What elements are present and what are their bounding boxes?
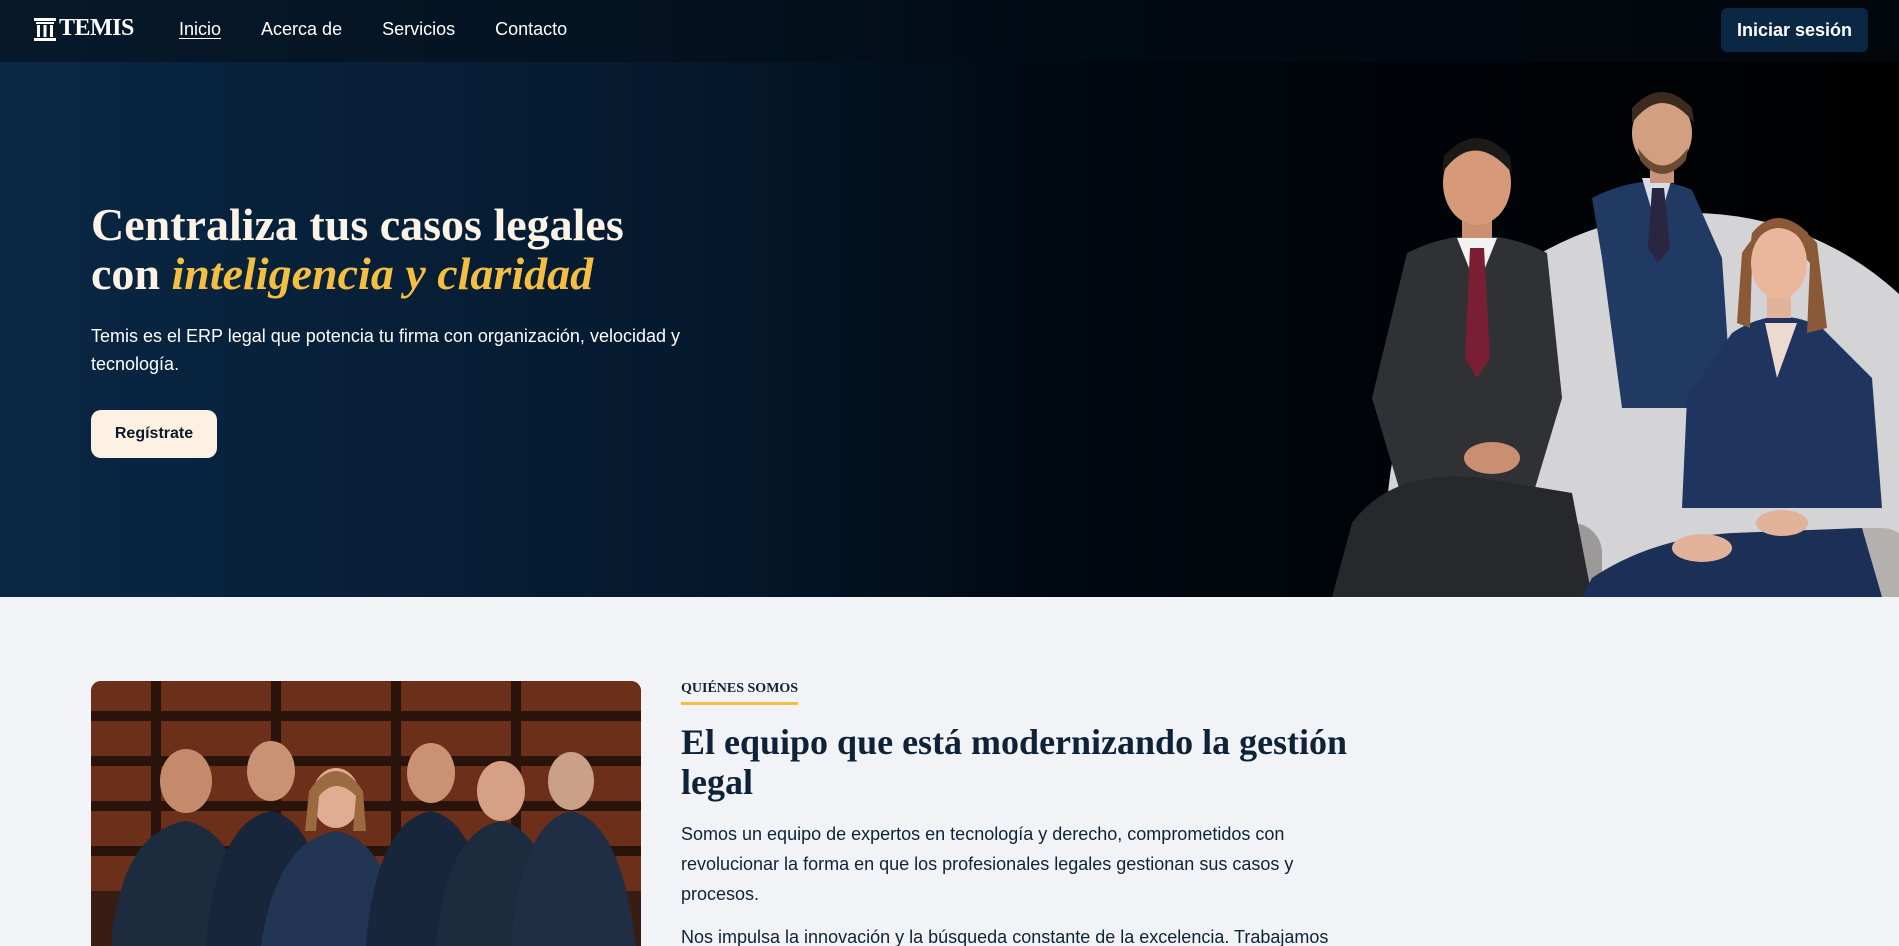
nav-links: Inicio Acerca de Servicios Contacto [179,19,567,40]
hero-title: Centraliza tus casos legales con intelig… [91,200,791,298]
about-kicker: QUIÉNES SOMOS [681,681,799,705]
nav-link-acerca-de[interactable]: Acerca de [261,19,342,40]
nav-link-servicios[interactable]: Servicios [382,19,455,40]
about-paragraph-2: Nos impulsa la innovación y la búsqueda … [681,927,1329,946]
team-group-photo [91,681,641,946]
login-button[interactable]: Iniciar sesión [1721,8,1868,52]
hero-title-line1: Centraliza tus casos legales [91,199,624,250]
pillar-logo-icon [34,17,56,41]
team-photo-illustration [91,681,641,946]
lawyers-hero-image [1332,92,1899,597]
brand-logo[interactable]: TEMIS [34,15,134,42]
top-navbar: TEMIS Inicio Acerca de Servicios Contact… [0,0,1899,62]
hero-title-prefix: con [91,248,172,299]
hero-subtitle: Temis es el ERP legal que potencia tu fi… [91,326,680,374]
about-title: El equipo que está modernizando la gesti… [681,722,1348,802]
nav-link-inicio[interactable]: Inicio [179,19,221,40]
lawyer-seated-figure [1332,138,1592,597]
hero-title-accent: inteligencia y claridad [171,248,594,299]
nav-link-contacto[interactable]: Contacto [495,19,567,40]
register-button[interactable]: Regístrate [91,410,217,458]
brand-name: TEMIS [59,15,134,41]
about-paragraph-1: Somos un equipo de expertos en tecnologí… [681,824,1294,904]
hero-section: TEMIS Inicio Acerca de Servicios Contact… [0,0,1899,597]
